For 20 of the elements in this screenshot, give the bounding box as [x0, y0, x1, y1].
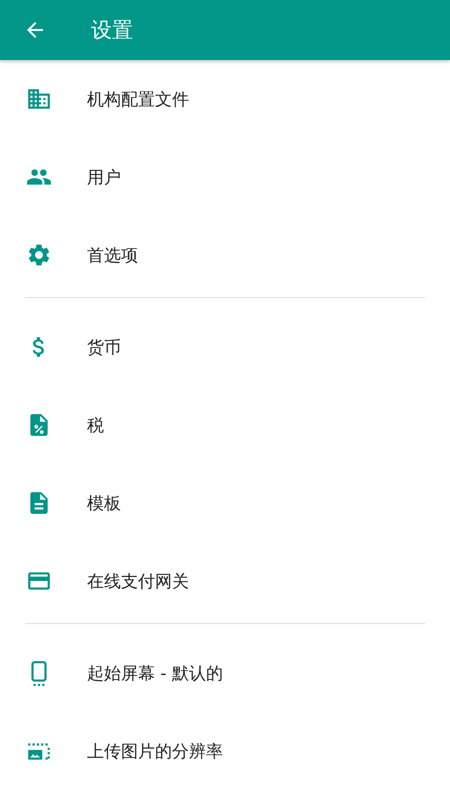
settings-item[interactable]: 首选项: [0, 216, 450, 294]
settings-item[interactable]: 机构配置文件: [0, 60, 450, 138]
settings-item-label: 上传图片的分辨率: [87, 740, 223, 762]
settings-item[interactable]: 税: [0, 386, 450, 464]
settings-item-label: 机构配置文件: [87, 88, 189, 110]
settings-icon: [26, 242, 52, 268]
settings-item[interactable]: 在线支付网关: [0, 542, 450, 620]
settings-item-label: 模板: [87, 492, 121, 514]
settings-item-label: 首选项: [87, 244, 138, 266]
settings-item[interactable]: 货币: [0, 308, 450, 386]
settings-item-label: 税: [87, 414, 104, 436]
settings-item-label: 在线支付网关: [87, 570, 189, 592]
settings-item[interactable]: 用户: [0, 138, 450, 216]
settings-item-label: 货币: [87, 336, 121, 358]
screen-title: 设置: [91, 17, 133, 44]
settings-item-label: 用户: [87, 166, 121, 188]
settings-item[interactable]: 起始屏幕 - 默认的: [0, 634, 450, 712]
settings-item-label: 起始屏幕 - 默认的: [87, 662, 223, 684]
settings-item[interactable]: 模板: [0, 464, 450, 542]
settings-item[interactable]: 上传图片的分辨率: [0, 712, 450, 790]
